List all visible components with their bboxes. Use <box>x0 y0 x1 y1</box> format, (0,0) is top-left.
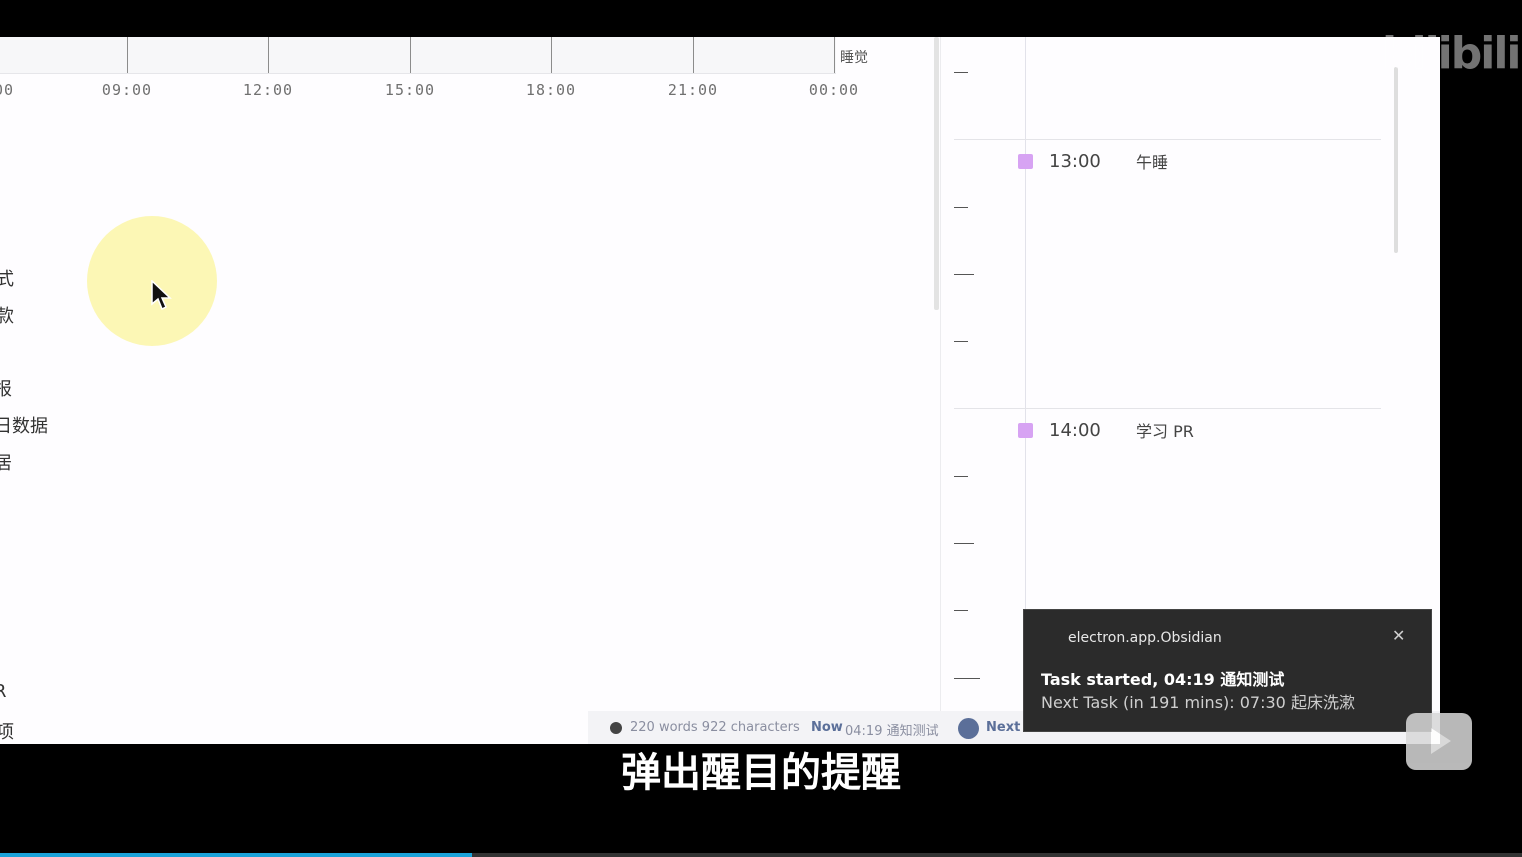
tick-line <box>551 37 552 73</box>
pie-progress-icon <box>958 718 979 739</box>
next-label[interactable]: Next <box>986 720 1020 735</box>
event-time: 14:00 <box>1049 419 1101 441</box>
notification-body: Next Task (in 191 mins): 07:30 起床洗漱 <box>1041 693 1355 712</box>
video-subtitle: 弹出醒目的提醒 <box>621 750 901 796</box>
hour-tick <box>954 678 980 679</box>
time-label: 00 <box>0 81 15 99</box>
notification-title: Task started, 04:19 通知测试 <box>1041 670 1285 689</box>
list-item[interactable]: 式 <box>0 265 14 291</box>
tick-line <box>693 37 694 73</box>
hour-rule <box>954 408 1381 409</box>
event-item[interactable]: 13:00 午睡 <box>1018 149 1168 173</box>
word-count[interactable]: 220 words 922 characters <box>630 720 800 735</box>
channel-watermark-blur <box>1225 40 1375 68</box>
close-icon[interactable]: ✕ <box>1392 626 1405 645</box>
tick-line <box>268 37 269 73</box>
list-item[interactable]: R <box>0 681 7 702</box>
notification-toast[interactable]: electron.app.Obsidian ✕ Task started, 04… <box>1023 609 1432 732</box>
bilibili-logo: bilibili <box>1382 28 1521 79</box>
tick-line <box>410 37 411 73</box>
tick-line <box>127 37 128 73</box>
pane-divider[interactable] <box>940 37 941 744</box>
time-label: 15:00 <box>384 81 436 99</box>
day-view-scrollbar[interactable] <box>1394 67 1398 253</box>
time-label: 09:00 <box>101 81 153 99</box>
event-title: 午睡 <box>1136 153 1169 172</box>
play-icon[interactable] <box>1406 713 1472 770</box>
time-label: 18:00 <box>525 81 577 99</box>
list-item[interactable]: 款 <box>0 302 14 328</box>
quarter-tick <box>954 476 968 477</box>
sleep-segment-label: 睡觉 <box>840 50 868 66</box>
event-title: 学习 PR <box>1136 422 1194 441</box>
quarter-tick <box>954 610 968 611</box>
now-task[interactable]: 04:19 通知测试 <box>845 720 939 739</box>
time-label: 12:00 <box>242 81 294 99</box>
list-item[interactable]: 报 <box>0 375 12 401</box>
timeline-header <box>0 37 836 74</box>
left-pane-scrollbar[interactable] <box>934 37 939 310</box>
quarter-tick <box>954 72 968 73</box>
video-progress-bar[interactable] <box>0 853 1522 857</box>
quarter-tick <box>954 274 974 275</box>
now-label: Now <box>811 720 843 735</box>
event-color-dot <box>1018 422 1033 438</box>
event-time: 13:00 <box>1049 150 1101 172</box>
time-label: 00:00 <box>808 81 860 99</box>
mouse-cursor-icon <box>151 280 172 311</box>
notification-app-name: electron.app.Obsidian <box>1068 630 1222 646</box>
video-progress-fill <box>0 853 472 857</box>
word-count-icon <box>610 722 622 734</box>
time-label: 21:00 <box>667 81 719 99</box>
list-item[interactable]: 日数据 <box>0 412 48 438</box>
list-item[interactable]: 居 <box>0 449 12 475</box>
hour-rule <box>954 139 1381 140</box>
quarter-tick <box>954 207 968 208</box>
event-item[interactable]: 14:00 学习 PR <box>1018 418 1194 442</box>
quarter-tick <box>954 543 974 544</box>
tick-line <box>834 37 835 73</box>
event-color-dot <box>1018 153 1033 169</box>
quarter-tick <box>954 341 968 342</box>
